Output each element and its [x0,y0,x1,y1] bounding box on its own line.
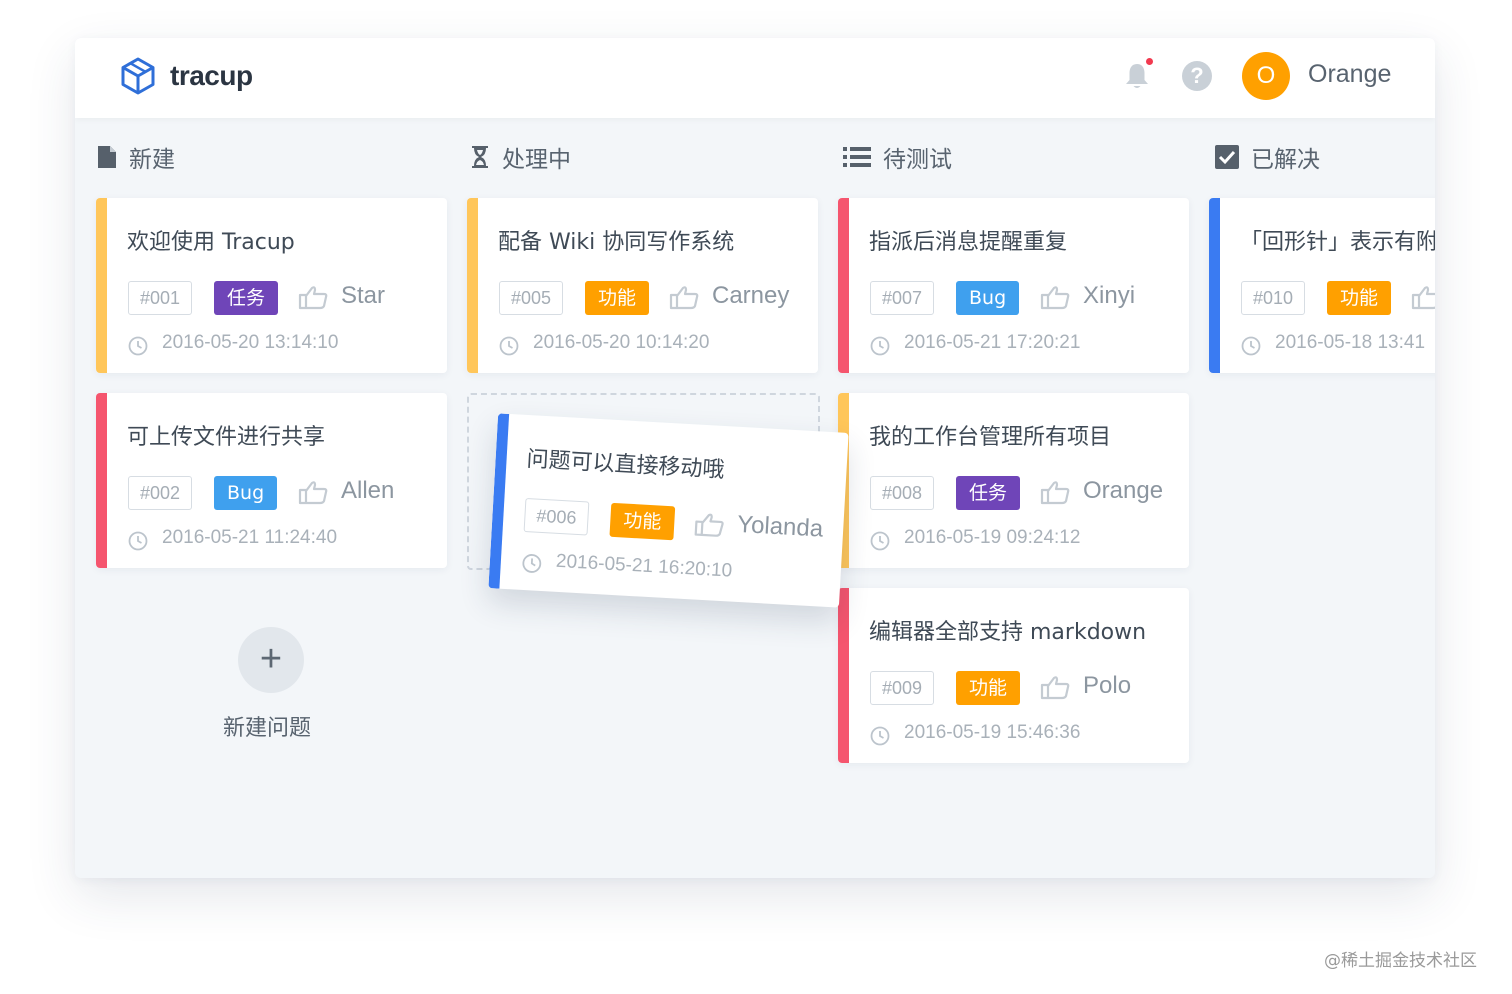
issue-id: #005 [499,281,564,315]
assignee-name: Star [341,282,386,309]
clock-icon [870,336,890,356]
issue-id: #009 [870,671,935,705]
issue-card[interactable]: 我的工作台管理所有项目 #008 任务 Orange 2016-05-19 09… [838,393,1189,568]
assignee-name: Xinyi [1083,282,1136,309]
assignee-hand-icon [694,513,724,537]
clock-icon [1241,336,1261,356]
priority-bar [467,198,478,373]
issue-title: 可上传文件进行共享 [127,425,326,450]
priority-bar [96,198,107,373]
watermark: @稀土掘金技术社区 [1324,951,1477,971]
add-issue-button[interactable]: + [238,627,304,693]
assignee-hand-icon [669,286,699,310]
issue-type-tag: Bug [956,281,1020,315]
column-header-in-progress: 处理中 [470,140,571,174]
priority-bar [838,588,849,763]
issue-type-tag: 功能 [585,281,650,315]
issue-type-tag: Bug [214,476,278,510]
issue-type-tag: 功能 [1327,281,1392,315]
assignee-name: Orange [1083,477,1164,504]
issue-id: #002 [128,476,193,510]
priority-bar [96,393,107,568]
issue-card[interactable]: 可上传文件进行共享 #002 Bug Allen 2016-05-21 11:2… [96,393,447,568]
issue-title: 编辑器全部支持 markdown [869,620,1147,645]
list-icon [843,146,871,168]
issue-id: #006 [523,497,590,536]
checkbox-icon [1215,145,1239,169]
column-header-to-test: 待测试 [843,140,952,174]
issue-timestamp: 2016-05-20 13:14:10 [162,332,339,353]
assignee-name: Carney [712,282,790,309]
issue-timestamp: 2016-05-18 13:41 [1275,332,1426,353]
cube-logo-icon [121,57,155,95]
issue-card[interactable]: 编辑器全部支持 markdown #009 功能 Polo 2016-05-19… [838,588,1189,763]
issue-timestamp: 2016-05-21 16:20:10 [555,550,733,582]
notification-dot [1146,58,1153,65]
issue-timestamp: 2016-05-21 17:20:21 [904,332,1081,353]
issue-title: 问题可以直接移动哦 [525,447,726,484]
issue-id: #007 [870,281,935,315]
issue-timestamp: 2016-05-19 15:46:36 [904,722,1081,743]
issue-timestamp: 2016-05-20 10:14:20 [533,332,710,353]
issue-type-tag: 功能 [609,502,676,541]
issue-id: #008 [870,476,935,510]
user-avatar[interactable]: O [1242,52,1290,100]
add-issue-label[interactable]: 新建问题 [223,710,311,742]
assignee-hand-icon [298,286,328,310]
app-name: tracup [170,60,253,91]
issue-type-tag: 功能 [956,671,1021,705]
assignee-hand-icon [1040,676,1070,700]
issue-title: 我的工作台管理所有项目 [869,425,1112,450]
priority-bar [838,198,849,373]
assignee-hand-icon [1411,286,1435,310]
issue-timestamp: 2016-05-19 09:24:12 [904,527,1081,548]
issue-timestamp: 2016-05-21 11:24:40 [162,527,338,548]
assignee-hand-icon [1040,481,1070,505]
help-icon[interactable]: ? [1182,61,1212,91]
issue-card[interactable]: 指派后消息提醒重复 #007 Bug Xinyi 2016-05-21 17:2… [838,198,1189,373]
top-navigation-bar: tracup ? O Orange [75,38,1435,118]
clock-icon [128,336,148,356]
issue-card[interactable]: 配备 Wiki 协同写作系统 #005 功能 Carney 2016-05-20… [467,198,818,373]
issue-id: #010 [1241,281,1306,315]
issue-title: 「回形针」表示有附件 [1240,230,1435,255]
assignee-hand-icon [298,481,328,505]
assignee-hand-icon [1040,286,1070,310]
issue-type-tag: 任务 [214,281,279,315]
issue-type-tag: 任务 [956,476,1021,510]
hourglass-icon [470,145,490,169]
assignee-name: Allen [341,477,395,504]
priority-bar [1209,198,1220,373]
clock-icon [522,554,542,573]
assignee-name: Polo [1083,672,1132,699]
clock-icon [870,531,890,551]
username[interactable]: Orange [1308,60,1391,89]
column-title-to-test: 待测试 [883,147,952,173]
issue-title: 欢迎使用 Tracup [127,230,295,255]
clock-icon [128,531,148,551]
clock-icon [870,726,890,746]
tracup-board-window: tracup ? O Orange 新建 处理中 待测试 已解决 欢迎使用 Tr… [75,38,1435,878]
issue-card[interactable]: 欢迎使用 Tracup #001 任务 Star 2016-05-20 13:1… [96,198,447,373]
dragged-issue-card[interactable]: 问题可以直接移动哦 #006 功能 Yolanda 2016-05-21 16:… [488,413,849,608]
column-title-new: 新建 [129,147,175,173]
app-logo[interactable]: tracup [120,56,253,96]
document-icon [97,145,117,169]
assignee-name: Yolanda [736,510,824,543]
issue-id: #001 [128,281,193,315]
issue-title: 指派后消息提醒重复 [869,230,1068,255]
issue-card[interactable]: 「回形针」表示有附件 #010 功能 2016-05-18 13:41 [1209,198,1435,373]
column-header-new: 新建 [97,140,175,174]
column-title-resolved: 已解决 [1251,147,1320,173]
notification-bell-icon[interactable] [1122,61,1152,91]
issue-title: 配备 Wiki 协同写作系统 [498,230,735,255]
column-header-resolved: 已解决 [1215,140,1320,174]
clock-icon [499,336,519,356]
column-title-in-progress: 处理中 [502,147,571,173]
